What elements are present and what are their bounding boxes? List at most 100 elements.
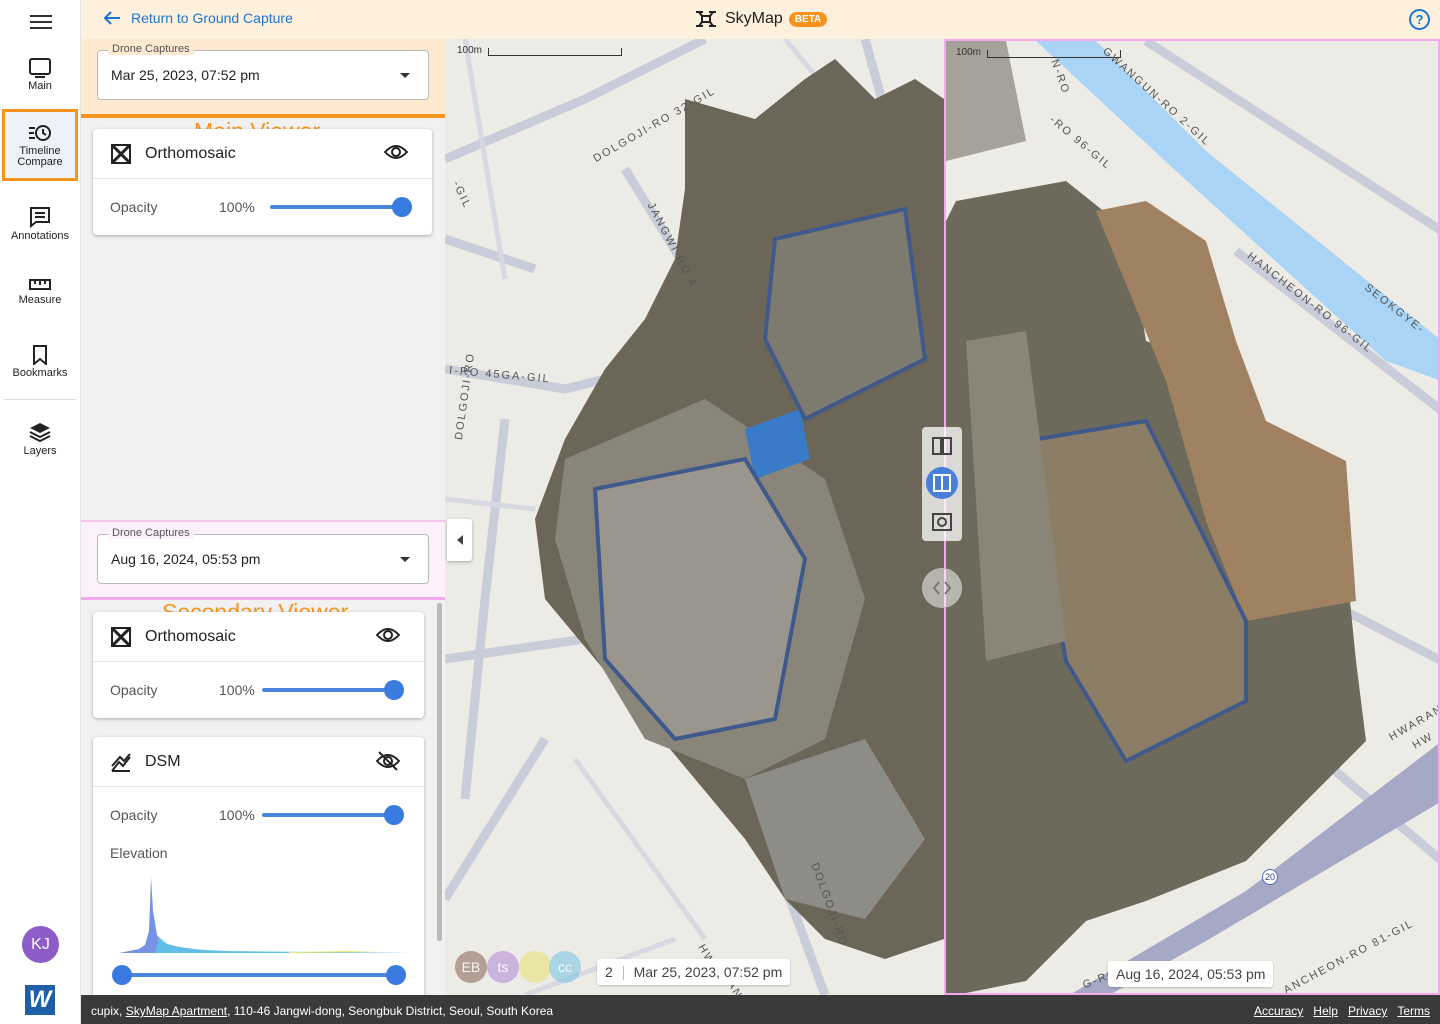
swipe-icon bbox=[933, 474, 951, 492]
opacity-label: Opacity bbox=[110, 682, 158, 698]
monitor-icon bbox=[29, 58, 51, 78]
overlay-icon[interactable] bbox=[932, 513, 952, 531]
basemap-right bbox=[946, 41, 1438, 993]
layer-name: Orthomosaic bbox=[145, 144, 236, 162]
opacity-value: 100% bbox=[219, 199, 255, 215]
address-text: , 110-46 Jangwi-dong, Seongbuk District,… bbox=[227, 1004, 554, 1018]
rail-item-annotations[interactable]: Annotations bbox=[2, 206, 78, 242]
opacity-value: 100% bbox=[219, 682, 255, 698]
rail-label: Annotations bbox=[10, 230, 70, 242]
project-address: cupix, SkyMap Apartment, 110-46 Jangwi-d… bbox=[91, 1004, 553, 1018]
elevation-range-slider[interactable] bbox=[112, 965, 406, 985]
arrow-left-icon bbox=[103, 11, 120, 25]
layer-card-dsm: DSM Opacity 100% Elevation bbox=[93, 737, 424, 1002]
dsm-icon bbox=[111, 752, 131, 772]
field-value: Mar 25, 2023, 07:52 pm bbox=[111, 67, 260, 83]
collaborator-avatar[interactable] bbox=[519, 951, 551, 983]
compare-mode-control bbox=[922, 427, 962, 541]
eye-off-icon[interactable] bbox=[376, 751, 400, 771]
brand-name: SkyMap bbox=[725, 10, 783, 27]
avatar[interactable]: KJ bbox=[22, 926, 59, 963]
opacity-row: Opacity 100% bbox=[93, 179, 432, 235]
rail-label: Layers bbox=[23, 445, 57, 457]
orthomosaic-icon bbox=[111, 626, 131, 647]
field-label: Drone Captures bbox=[108, 43, 194, 55]
chevron-left-icon bbox=[456, 535, 463, 545]
range-max-knob[interactable] bbox=[386, 965, 406, 985]
rail-item-layers[interactable]: Layers bbox=[2, 421, 78, 457]
layer-header: DSM bbox=[93, 737, 424, 787]
road-shield-icon: 20 bbox=[1262, 869, 1278, 885]
eye-icon[interactable] bbox=[376, 626, 400, 644]
capture-date-chip[interactable]: Aug 16, 2024, 05:53 pm bbox=[1108, 961, 1274, 987]
return-button[interactable]: Return to Ground Capture bbox=[103, 10, 293, 26]
rail-item-measure[interactable]: Measure bbox=[2, 278, 78, 306]
orthomosaic-icon bbox=[111, 143, 131, 164]
slider-knob[interactable] bbox=[384, 680, 404, 700]
layer-name: DSM bbox=[145, 752, 181, 770]
privacy-link[interactable]: Privacy bbox=[1348, 1004, 1387, 1018]
opacity-slider[interactable] bbox=[262, 805, 404, 825]
opacity-value: 100% bbox=[219, 807, 255, 823]
terms-link[interactable]: Terms bbox=[1397, 1004, 1430, 1018]
collapse-panel-button[interactable] bbox=[447, 519, 472, 561]
swipe-divider-handle[interactable] bbox=[922, 568, 962, 608]
slider-knob[interactable] bbox=[392, 197, 412, 217]
help-icon[interactable]: ? bbox=[1409, 9, 1430, 30]
field-label: Drone Captures bbox=[108, 527, 194, 539]
slider-knob[interactable] bbox=[384, 805, 404, 825]
drone-icon bbox=[696, 11, 716, 27]
drag-handle-icon bbox=[933, 581, 951, 595]
rail-label: Timeline bbox=[19, 144, 61, 157]
brand: SkyMap BETA bbox=[695, 10, 828, 28]
eye-icon[interactable] bbox=[384, 143, 408, 161]
opacity-label: Opacity bbox=[110, 807, 158, 823]
chip-date: Mar 25, 2023, 07:52 pm bbox=[633, 964, 783, 980]
collaborator-avatar[interactable]: EB bbox=[455, 951, 487, 983]
rail-item-timeline-compare[interactable]: Timeline Compare bbox=[2, 109, 78, 181]
layer-card-orthomosaic: Orthomosaic Opacity 100% bbox=[93, 129, 432, 235]
map-scale: 100m bbox=[956, 47, 1122, 58]
layer-header: Orthomosaic bbox=[93, 129, 432, 179]
return-label: Return to Ground Capture bbox=[131, 10, 293, 26]
accuracy-link[interactable]: Accuracy bbox=[1254, 1004, 1303, 1018]
layer-card-orthomosaic: Orthomosaic Opacity 100% bbox=[93, 612, 424, 718]
project-link[interactable]: SkyMap Apartment bbox=[126, 1004, 227, 1018]
rail-item-main[interactable]: Main bbox=[2, 58, 78, 92]
swipe-mode-button[interactable] bbox=[926, 467, 958, 499]
rail-divider bbox=[4, 399, 76, 400]
capture-date-chip[interactable]: 2 Mar 25, 2023, 07:52 pm bbox=[597, 959, 791, 986]
help-link[interactable]: Help bbox=[1313, 1004, 1338, 1018]
main-capture-header: Drone Captures Mar 25, 2023, 07:52 pm bbox=[81, 39, 445, 118]
secondary-map-viewer[interactable]: 100m GWANGUN-RO 2-GIL N-RO -RO 96-GIL HA… bbox=[944, 39, 1440, 995]
basemap-left bbox=[445, 39, 944, 995]
caret-down-icon bbox=[400, 73, 410, 78]
range-min-knob[interactable] bbox=[112, 965, 132, 985]
collaborator-avatar[interactable]: cc bbox=[549, 951, 581, 983]
elevation-label: Elevation bbox=[110, 845, 168, 861]
menu-icon[interactable] bbox=[30, 12, 52, 32]
bookmark-icon bbox=[33, 345, 47, 365]
opacity-slider[interactable] bbox=[270, 197, 412, 217]
collaborator-avatar[interactable]: ts bbox=[487, 951, 519, 983]
rail-label: Main bbox=[28, 80, 52, 92]
rail-item-bookmarks[interactable]: Bookmarks bbox=[2, 345, 78, 379]
field-value: Aug 16, 2024, 05:53 pm bbox=[111, 551, 261, 567]
opacity-row: Opacity 100% bbox=[93, 787, 424, 843]
caret-down-icon bbox=[400, 557, 410, 562]
secondary-capture-header: Drone Captures Aug 16, 2024, 05:53 pm bbox=[81, 520, 445, 600]
scale-label: 100m bbox=[956, 47, 982, 58]
opacity-slider[interactable] bbox=[262, 680, 404, 700]
map-scale: 100m bbox=[457, 45, 623, 56]
timeline-icon bbox=[29, 124, 51, 141]
rail-label: Bookmarks bbox=[12, 367, 68, 379]
secondary-capture-select[interactable]: Drone Captures Aug 16, 2024, 05:53 pm bbox=[97, 527, 429, 584]
chip-date: Aug 16, 2024, 05:53 pm bbox=[1116, 966, 1266, 982]
panel-scrollbar[interactable] bbox=[437, 603, 442, 941]
main-capture-select[interactable]: Drone Captures Mar 25, 2023, 07:52 pm bbox=[97, 43, 429, 100]
rail-label: Measure bbox=[18, 294, 62, 306]
side-by-side-icon[interactable] bbox=[932, 437, 952, 455]
main-map-viewer[interactable]: 100m DOLGOJI-RO 32-GIL JANGWI-RO 4 -GIL … bbox=[445, 39, 944, 995]
opacity-row: Opacity 100% bbox=[93, 662, 424, 718]
layer-name: Orthomosaic bbox=[145, 627, 236, 645]
